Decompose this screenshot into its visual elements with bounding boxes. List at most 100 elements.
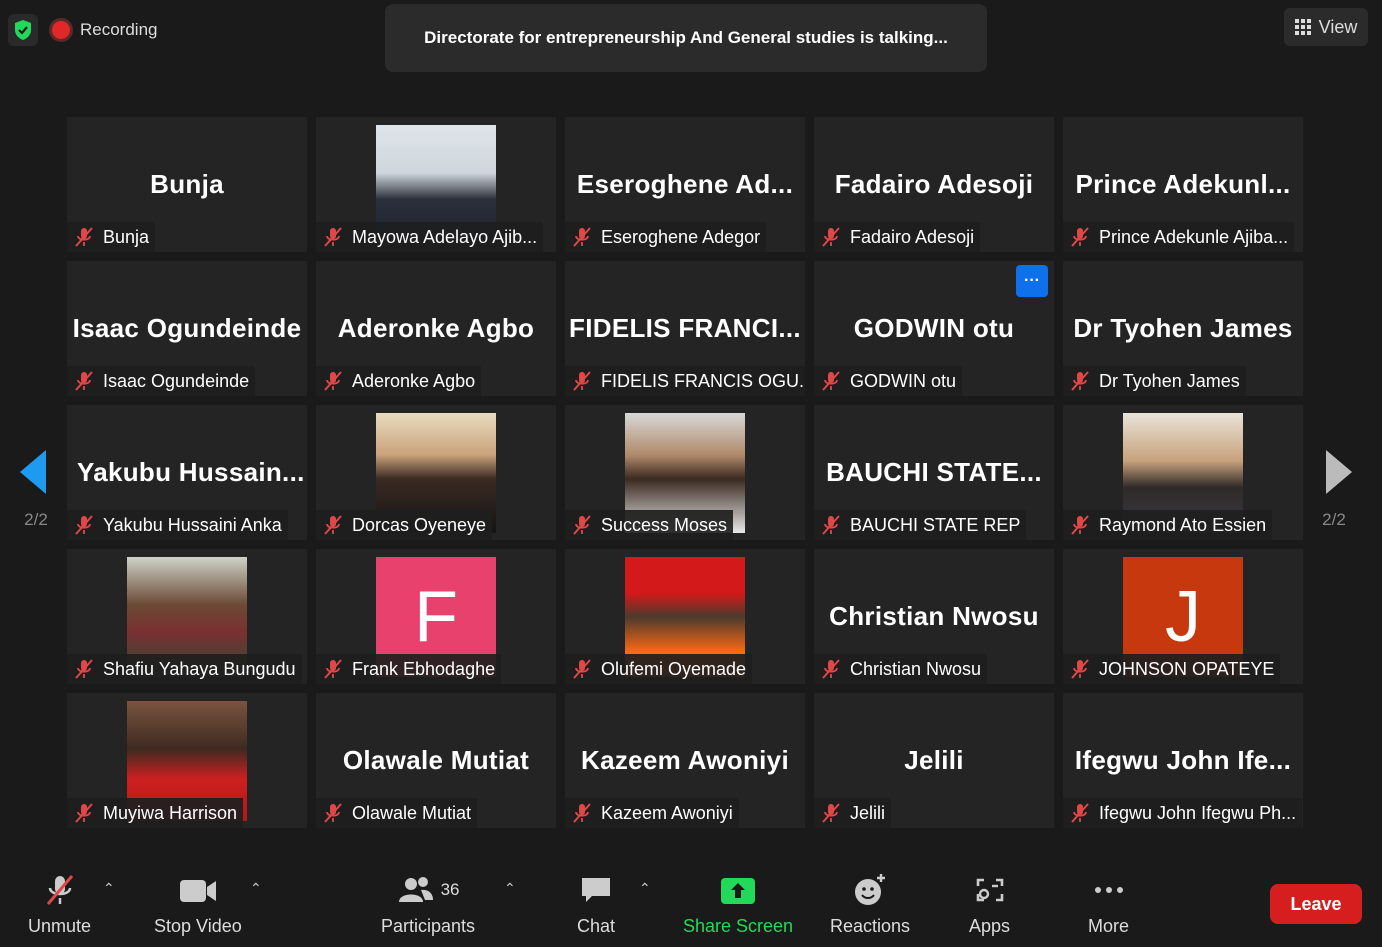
audio-options-chevron-icon[interactable]: ⌃ — [103, 880, 115, 897]
participant-name-label: Prince Adekunle Ajiba... — [1099, 226, 1289, 247]
next-page-button[interactable] — [1326, 450, 1352, 499]
participant-name-label: Olawale Mutiat — [352, 802, 472, 823]
participant-display-name: Bunja — [150, 169, 224, 199]
leave-button[interactable]: Leave — [1270, 884, 1362, 924]
participant-tile[interactable]: Yakubu Hussain... Yakubu Hussaini Anka — [67, 405, 307, 540]
share-screen-button[interactable]: Share Screen — [683, 872, 793, 937]
participant-name-label: Jelili — [850, 802, 886, 823]
stop-video-button[interactable]: Stop Video — [154, 872, 242, 937]
reactions-smiley-icon — [855, 874, 886, 905]
participant-tile[interactable]: Ifegwu John Ife... Ifegwu John Ifegwu Ph.… — [1063, 693, 1303, 828]
participant-tile[interactable]: Muyiwa Harrison — [67, 693, 307, 828]
participant-name-label: FIDELIS FRANCIS OGU... — [601, 370, 805, 391]
participant-nameplate: Fadairo Adesoji — [814, 222, 981, 252]
participant-display-name: Fadairo Adesoji — [834, 169, 1034, 199]
participant-tile[interactable]: Olawale Mutiat Olawale Mutiat — [316, 693, 556, 828]
muted-mic-icon — [75, 371, 93, 391]
chat-bubble-icon — [582, 878, 611, 902]
muted-mic-icon — [1071, 659, 1089, 679]
muted-mic-icon — [75, 659, 93, 679]
video-options-chevron-icon[interactable]: ⌃ — [250, 880, 262, 897]
participant-name-label: Raymond Ato Essien — [1099, 514, 1267, 535]
muted-mic-icon — [573, 227, 591, 247]
participant-tile[interactable]: Eseroghene Ad... Eseroghene Adegor — [565, 117, 805, 252]
muted-mic-icon — [822, 803, 840, 823]
participant-tile[interactable]: FIDELIS FRANCI... FIDELIS FRANCIS OGU... — [565, 261, 805, 396]
grid-view-icon — [1294, 19, 1311, 35]
participant-name-label: Christian Nwosu — [850, 658, 982, 679]
participants-options-chevron-icon[interactable]: ⌃ — [504, 880, 516, 897]
more-label: More — [1088, 916, 1130, 936]
participant-tile[interactable]: Isaac Ogundeinde Isaac Ogundeinde — [67, 261, 307, 396]
participant-tile[interactable]: J JOHNSON OPATEYE — [1063, 549, 1303, 684]
participant-tile[interactable]: BAUCHI STATE... BAUCHI STATE REP — [814, 405, 1054, 540]
participant-nameplate: Bunja — [67, 222, 156, 252]
participant-tile[interactable]: Fadairo Adesoji Fadairo Adesoji — [814, 117, 1054, 252]
participant-display-name: Ifegwu John Ife... — [1074, 745, 1292, 775]
participant-nameplate: Ifegwu John Ifegwu Ph... — [1063, 798, 1303, 828]
recording-label: Recording — [80, 20, 158, 39]
participant-nameplate: Eseroghene Adegor — [565, 222, 767, 252]
participant-tile[interactable]: Aderonke Agbo Aderonke Agbo — [316, 261, 556, 396]
participant-tile[interactable]: Raymond Ato Essien — [1063, 405, 1303, 540]
participant-tile[interactable]: Dorcas Oyeneye — [316, 405, 556, 540]
participant-tile[interactable]: Dr Tyohen James Dr Tyohen James — [1063, 261, 1303, 396]
prev-page-button[interactable] — [20, 450, 46, 499]
participant-tile[interactable]: Shafiu Yahaya Bungudu — [67, 549, 307, 684]
chat-options-chevron-icon[interactable]: ⌃ — [639, 880, 651, 897]
participant-tile[interactable]: Success Moses — [565, 405, 805, 540]
participant-name-label: Dr Tyohen James — [1099, 370, 1240, 391]
participant-tile[interactable]: Christian Nwosu Christian Nwosu — [814, 549, 1054, 684]
participant-tile[interactable]: Prince Adekunl... Prince Adekunle Ajiba..… — [1063, 117, 1303, 252]
participant-tile[interactable]: Jelili Jelili — [814, 693, 1054, 828]
reactions-button[interactable]: Reactions — [830, 872, 910, 937]
participant-nameplate: Dorcas Oyeneye — [316, 510, 493, 540]
participant-nameplate: Frank Ebhodaghe — [316, 654, 502, 684]
recording-indicator[interactable]: Recording — [52, 20, 158, 40]
participant-tile[interactable]: Mayowa Adelayo Ajib... — [316, 117, 556, 252]
participant-nameplate: Muyiwa Harrison — [67, 798, 244, 828]
security-shield-icon[interactable] — [8, 14, 38, 46]
participant-nameplate: Yakubu Hussaini Anka — [67, 510, 288, 540]
participant-name-label: Eseroghene Adegor — [601, 226, 761, 247]
participant-tile[interactable]: F Frank Ebhodaghe — [316, 549, 556, 684]
participant-name-label: Muyiwa Harrison — [103, 802, 238, 823]
more-button[interactable]: More — [1088, 872, 1129, 937]
page-indicator-right: 2/2 — [1322, 510, 1346, 529]
stop-video-label: Stop Video — [154, 916, 242, 936]
participant-nameplate: Olawale Mutiat — [316, 798, 478, 828]
participant-nameplate: BAUCHI STATE REP — [814, 510, 1027, 540]
participant-nameplate: FIDELIS FRANCIS OGU... — [565, 366, 805, 396]
participant-display-name: BAUCHI STATE... — [826, 457, 1042, 487]
page-indicator-left: 2/2 — [24, 510, 48, 529]
share-screen-icon — [721, 878, 756, 904]
apps-button[interactable]: Apps — [969, 872, 1010, 937]
participant-nameplate: Success Moses — [565, 510, 734, 540]
muted-mic-icon — [1071, 227, 1089, 247]
participant-name-label: Shafiu Yahaya Bungudu — [103, 658, 296, 679]
participant-name-label: BAUCHI STATE REP — [850, 514, 1021, 535]
participant-nameplate: Kazeem Awoniyi — [565, 798, 739, 828]
participant-tile[interactable]: Bunja Bunja — [67, 117, 307, 252]
participant-nameplate: Dr Tyohen James — [1063, 366, 1246, 396]
participants-button[interactable]: 36 Participants — [381, 872, 475, 937]
tile-more-options-button[interactable]: ··· — [1016, 265, 1048, 297]
muted-mic-icon — [1071, 803, 1089, 823]
participant-nameplate: Mayowa Adelayo Ajib... — [316, 222, 544, 252]
chat-label: Chat — [577, 916, 616, 936]
participant-tile[interactable]: Olufemi Oyemade — [565, 549, 805, 684]
participant-name-label: Success Moses — [601, 514, 728, 535]
muted-mic-icon — [573, 659, 591, 679]
more-dots-icon — [1094, 887, 1123, 893]
reactions-label: Reactions — [830, 916, 911, 936]
muted-mic-icon — [324, 659, 342, 679]
participant-tile[interactable]: Kazeem Awoniyi Kazeem Awoniyi — [565, 693, 805, 828]
share-screen-label: Share Screen — [683, 916, 794, 936]
participant-name-label: JOHNSON OPATEYE — [1099, 658, 1275, 679]
participant-tile[interactable]: GODWIN otu ··· GODWIN otu — [814, 261, 1054, 396]
chat-button[interactable]: Chat — [577, 872, 615, 937]
view-button[interactable]: View — [1284, 8, 1368, 46]
unmute-button[interactable]: Unmute — [28, 872, 91, 937]
view-label: View — [1318, 16, 1358, 37]
participant-display-name: FIDELIS FRANCI... — [569, 313, 801, 343]
